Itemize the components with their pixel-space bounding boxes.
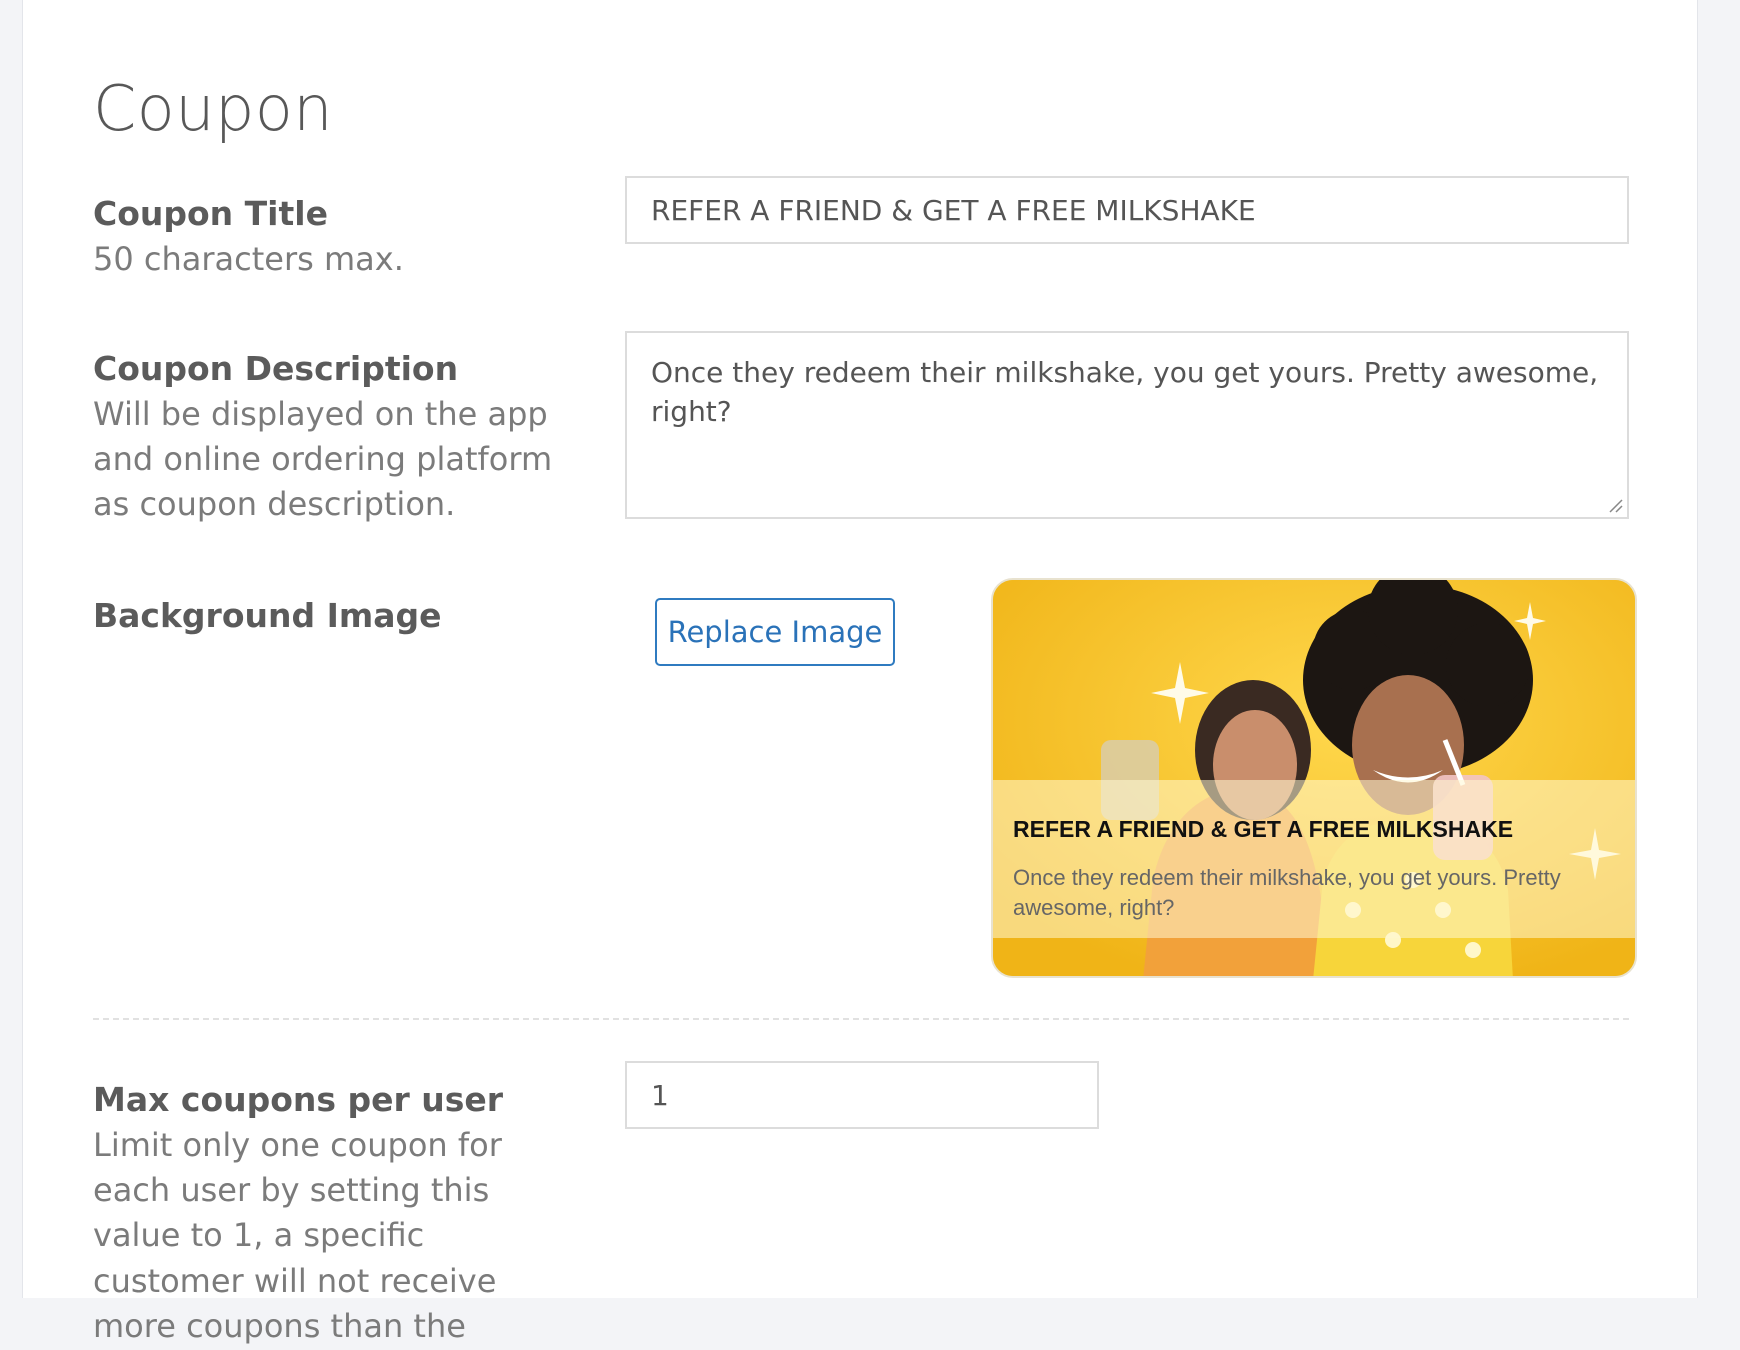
coupon-description-help: Will be displayed on the app and online … [93, 394, 553, 524]
coupon-preview-card: REFER A FRIEND & GET A FREE MILKSHAKE On… [991, 578, 1637, 978]
coupon-preview-description: Once they redeem their milkshake, you ge… [1013, 865, 1561, 920]
coupon-preview-title: REFER A FRIEND & GET A FREE MILKSHAKE [1013, 816, 1514, 842]
coupon-description-textarea[interactable]: Once they redeem their milkshake, you ge… [625, 331, 1629, 519]
max-coupons-label: Max coupons per user [93, 1080, 504, 1119]
coupon-title-input[interactable]: REFER A FRIEND & GET A FREE MILKSHAKE [625, 176, 1629, 244]
max-coupons-input[interactable]: 1 [625, 1061, 1099, 1129]
max-coupons-label-group: Max coupons per user Limit only one coup… [93, 1078, 583, 1350]
replace-image-button[interactable]: Replace Image [655, 598, 895, 666]
coupon-title-label: Coupon Title [93, 194, 328, 233]
coupon-title-help: 50 characters max. [93, 239, 404, 278]
background-image-label-group: Background Image [93, 594, 573, 639]
coupon-description-label: Coupon Description [93, 349, 459, 388]
coupon-preview-overlay: REFER A FRIEND & GET A FREE MILKSHAKE On… [993, 780, 1635, 938]
background-image-label: Background Image [93, 596, 442, 635]
section-divider [93, 1018, 1629, 1020]
page-title: Coupon [93, 72, 334, 145]
resize-handle-icon[interactable] [1607, 497, 1623, 513]
coupon-description-value: Once they redeem their milkshake, you ge… [651, 356, 1599, 429]
max-coupons-help: Limit only one coupon for each user by s… [93, 1125, 502, 1346]
coupon-description-label-group: Coupon Description Will be displayed on … [93, 347, 563, 528]
coupon-form-panel: Coupon Coupon Title 50 characters max. R… [22, 0, 1698, 1345]
coupon-title-label-group: Coupon Title 50 characters max. [93, 192, 573, 282]
